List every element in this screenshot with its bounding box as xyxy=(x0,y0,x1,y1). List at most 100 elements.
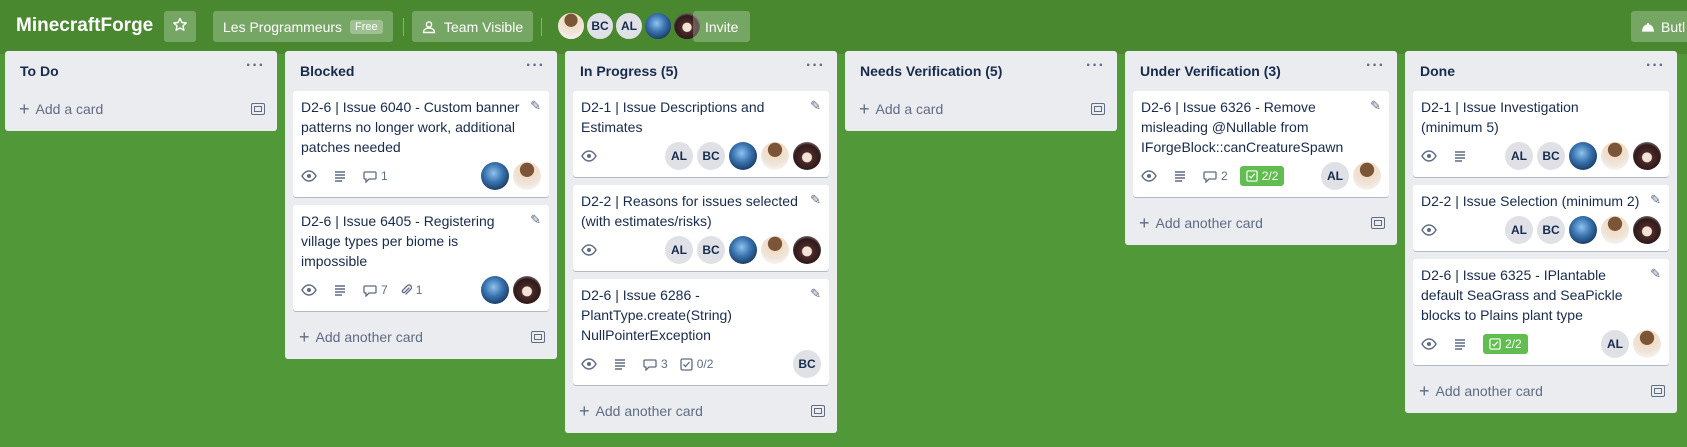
watch-icon xyxy=(581,244,601,256)
pencil-icon[interactable]: ✎ xyxy=(530,98,541,114)
list-under-verification: Under Verification (3) ··· D2-6 | Issue … xyxy=(1125,51,1397,245)
member-avatar[interactable]: BC xyxy=(586,12,614,40)
list-title[interactable]: To Do xyxy=(20,63,59,79)
pencil-icon[interactable]: ✎ xyxy=(530,212,541,228)
list-in-progress: In Progress (5) ··· D2-1 | Issue Descrip… xyxy=(565,51,837,433)
invite-button[interactable]: Invite xyxy=(693,11,751,42)
member-avatar[interactable]: BC xyxy=(793,350,821,378)
card[interactable]: D2-2 | Issue Selection (minimum 2) ✎ AL … xyxy=(1413,185,1669,251)
divider xyxy=(541,18,542,36)
pencil-icon[interactable]: ✎ xyxy=(810,192,821,208)
visibility-button[interactable]: Team Visible xyxy=(412,11,534,42)
member-avatar[interactable] xyxy=(1569,142,1597,170)
add-card-label: Add another card xyxy=(1155,215,1263,231)
add-card-button[interactable]: + Add a card xyxy=(859,100,943,118)
member-avatar[interactable] xyxy=(513,162,541,190)
add-card-button[interactable]: + Add another card xyxy=(299,328,423,346)
more-icon[interactable]: ··· xyxy=(526,57,545,75)
add-card-label: Add a card xyxy=(875,101,944,117)
comment-badge: 7 xyxy=(363,283,388,297)
list-title[interactable]: Under Verification (3) xyxy=(1140,63,1281,79)
more-icon[interactable]: ··· xyxy=(1646,57,1665,75)
member-avatar[interactable] xyxy=(761,236,789,264)
more-icon[interactable]: ··· xyxy=(806,57,825,75)
card-title: D2-6 | Issue 6286 - PlantType.create(Str… xyxy=(581,287,732,343)
list-title[interactable]: Needs Verification (5) xyxy=(860,63,1002,79)
card[interactable]: D2-6 | Issue 6326 - Remove misleading @N… xyxy=(1133,91,1389,197)
member-avatar[interactable]: AL xyxy=(615,12,643,40)
member-avatar[interactable]: AL xyxy=(665,142,693,170)
butler-button[interactable]: Butl xyxy=(1631,11,1687,42)
pencil-icon[interactable]: ✎ xyxy=(810,98,821,114)
card-template-icon[interactable] xyxy=(1091,103,1105,115)
plus-icon: + xyxy=(859,99,870,119)
add-card-button[interactable]: + Add another card xyxy=(1419,382,1543,400)
card-template-icon[interactable] xyxy=(1651,385,1665,397)
member-avatar[interactable]: BC xyxy=(1537,142,1565,170)
card[interactable]: D2-6 | Issue 6325 - IPlantable default S… xyxy=(1413,259,1669,365)
member-avatar[interactable] xyxy=(1633,142,1661,170)
list-title[interactable]: Done xyxy=(1420,63,1455,79)
star-button[interactable] xyxy=(164,11,196,42)
member-avatar[interactable]: BC xyxy=(1537,216,1565,244)
card[interactable]: D2-2 | Reasons for issues selected (with… xyxy=(573,185,829,271)
member-avatar[interactable] xyxy=(1633,330,1661,358)
member-avatar[interactable]: AL xyxy=(1505,142,1533,170)
member-avatar[interactable] xyxy=(729,236,757,264)
card-template-icon[interactable] xyxy=(1371,217,1385,229)
board-title[interactable]: MinecraftForge xyxy=(16,15,153,37)
comment-badge: 2 xyxy=(1203,169,1228,183)
more-icon[interactable]: ··· xyxy=(1086,57,1105,75)
add-card-row: + Add another card xyxy=(1413,373,1669,409)
member-avatar[interactable]: AL xyxy=(1601,330,1629,358)
more-icon[interactable]: ··· xyxy=(1366,57,1385,75)
member-avatar[interactable]: BC xyxy=(697,142,725,170)
card[interactable]: D2-1 | Issue Investigation (minimum 5) A… xyxy=(1413,91,1669,177)
description-icon xyxy=(333,284,351,296)
pencil-icon[interactable]: ✎ xyxy=(810,286,821,302)
member-avatar[interactable] xyxy=(557,12,585,40)
card-template-icon[interactable] xyxy=(251,103,265,115)
member-avatar[interactable]: AL xyxy=(1505,216,1533,244)
more-icon[interactable]: ··· xyxy=(246,57,265,75)
checklist-icon xyxy=(1489,338,1501,350)
member-avatar[interactable] xyxy=(481,162,509,190)
team-icon xyxy=(422,20,436,34)
add-card-label: Add a card xyxy=(35,101,104,117)
member-avatar[interactable] xyxy=(1569,216,1597,244)
add-card-button[interactable]: + Add another card xyxy=(1139,214,1263,232)
member-avatar[interactable] xyxy=(513,276,541,304)
workspace-name: Les Programmeurs xyxy=(223,18,343,35)
card[interactable]: D2-6 | Issue 6040 - Custom banner patter… xyxy=(293,91,549,197)
member-avatar[interactable] xyxy=(644,12,672,40)
add-card-button[interactable]: + Add a card xyxy=(19,100,103,118)
pencil-icon[interactable]: ✎ xyxy=(1370,98,1381,114)
description-icon xyxy=(613,358,631,370)
list-title[interactable]: Blocked xyxy=(300,63,354,79)
member-avatar[interactable] xyxy=(761,142,789,170)
member-avatar[interactable] xyxy=(729,142,757,170)
add-card-button[interactable]: + Add another card xyxy=(579,402,703,420)
member-avatar[interactable]: AL xyxy=(1321,162,1349,190)
pencil-icon[interactable]: ✎ xyxy=(1650,266,1661,282)
card[interactable]: D2-6 | Issue 6405 - Registering village … xyxy=(293,205,549,311)
member-avatar[interactable] xyxy=(1601,216,1629,244)
list-needs-verification: Needs Verification (5) ··· + Add a card xyxy=(845,51,1117,131)
list-title[interactable]: In Progress (5) xyxy=(580,63,678,79)
visibility-label: Team Visible xyxy=(444,18,524,35)
member-avatar[interactable] xyxy=(1353,162,1381,190)
card-template-icon[interactable] xyxy=(531,331,545,343)
pencil-icon[interactable]: ✎ xyxy=(1650,192,1661,208)
add-card-label: Add another card xyxy=(315,329,423,345)
member-avatar[interactable]: AL xyxy=(665,236,693,264)
member-avatar[interactable] xyxy=(1601,142,1629,170)
member-avatar[interactable] xyxy=(793,236,821,264)
card[interactable]: D2-6 | Issue 6286 - PlantType.create(Str… xyxy=(573,279,829,385)
member-avatar[interactable] xyxy=(481,276,509,304)
member-avatar[interactable]: BC xyxy=(697,236,725,264)
workspace-button[interactable]: Les Programmeurs Free xyxy=(213,11,393,42)
member-avatar[interactable] xyxy=(1633,216,1661,244)
member-avatar[interactable] xyxy=(793,142,821,170)
card-template-icon[interactable] xyxy=(811,405,825,417)
card[interactable]: D2-1 | Issue Descriptions and Estimates … xyxy=(573,91,829,177)
